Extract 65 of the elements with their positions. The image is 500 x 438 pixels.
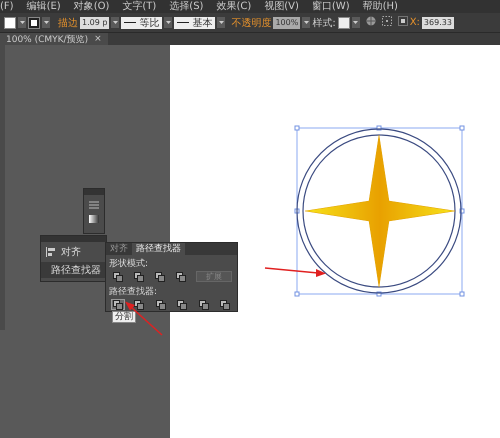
opacity-label[interactable]: 不透明度 <box>231 16 272 30</box>
style-swatch[interactable] <box>338 16 350 28</box>
overlapping-squares-icon <box>176 272 186 282</box>
panel-tab[interactable]: 路径查找器 <box>132 243 185 255</box>
caret-icon <box>44 21 48 24</box>
menu-item[interactable]: 文字(T) <box>122 0 156 12</box>
menu-item[interactable]: 视图(V) <box>264 0 299 12</box>
panel-list-item[interactable]: 路径查找器 <box>41 262 106 278</box>
overlapping-squares-icon <box>198 300 209 310</box>
caret-icon <box>218 21 224 24</box>
panel-tab[interactable]: 对齐 <box>106 243 132 255</box>
overlapping-squares-icon <box>220 300 230 310</box>
style-label: 样式: <box>312 16 336 30</box>
fill-swatch[interactable] <box>4 16 16 28</box>
close-tab-button[interactable]: × <box>94 34 102 44</box>
menu-item[interactable]: (F) <box>0 0 14 12</box>
grid-dots-icon <box>382 16 392 26</box>
reference-point-icon <box>398 16 408 26</box>
panel-list-item[interactable]: 对齐 <box>41 244 106 260</box>
pathfinder-button[interactable] <box>132 299 146 310</box>
menu-item[interactable]: 对象(O) <box>74 0 110 12</box>
caret-icon <box>166 21 171 24</box>
menu-item[interactable]: 帮助(H) <box>362 0 398 12</box>
annotation-arrow <box>264 267 326 277</box>
opacity-field[interactable]: 100% <box>273 16 300 28</box>
brush-dropdown[interactable]: 基本 <box>174 16 216 28</box>
annotation-arrow <box>125 302 162 336</box>
caret-icon <box>20 21 24 24</box>
caret-icon <box>112 21 118 24</box>
pathfinder-button[interactable] <box>197 299 210 310</box>
overlapping-squares-icon <box>177 300 188 310</box>
tooltip: 分割 <box>112 311 136 323</box>
shape-mode-button[interactable] <box>132 271 146 282</box>
pathfinder-button[interactable] <box>111 299 124 310</box>
x-label: X: <box>410 17 420 28</box>
shape-mode-button[interactable] <box>111 271 124 282</box>
shape-modes-label: 形状模式: <box>108 258 150 270</box>
document-tab[interactable]: 100% (CMYK/预览) × <box>0 33 108 45</box>
overlapping-squares-icon <box>112 300 123 310</box>
overlapping-squares-icon <box>134 300 144 310</box>
menu-item[interactable]: 选择(S) <box>169 0 204 12</box>
menu-item[interactable]: 编辑(E) <box>26 0 61 12</box>
stroke-profile-dropdown[interactable]: 等比 <box>121 16 162 28</box>
pathfinders-label: 路径查找器: <box>108 286 158 298</box>
menu-item[interactable]: 效果(C) <box>216 0 252 12</box>
globe-icon <box>366 16 376 26</box>
pathfinder-button[interactable] <box>176 299 189 310</box>
stroke-label[interactable]: 描边 <box>58 16 78 30</box>
shape-mode-button[interactable] <box>154 271 167 282</box>
stroke-weight-field[interactable]: 1.09 p <box>80 16 110 28</box>
x-field[interactable]: 369.33 <box>422 16 454 28</box>
gradient-icon <box>89 215 99 223</box>
align-icon <box>46 247 56 257</box>
overlapping-squares-icon <box>134 272 144 282</box>
overlapping-squares-icon <box>112 272 123 282</box>
caret-icon <box>304 21 309 24</box>
overlapping-squares-icon <box>155 272 166 282</box>
caret-icon <box>353 21 358 24</box>
shape-mode-button[interactable] <box>174 271 188 282</box>
stroke-swatch[interactable] <box>28 16 40 28</box>
overlapping-squares-icon <box>156 300 166 310</box>
pathfinder-button[interactable] <box>154 299 168 310</box>
menu-item[interactable]: 窗口(W) <box>312 0 350 12</box>
pathfinder-button[interactable] <box>218 299 232 310</box>
menu-lines-icon <box>89 201 99 209</box>
